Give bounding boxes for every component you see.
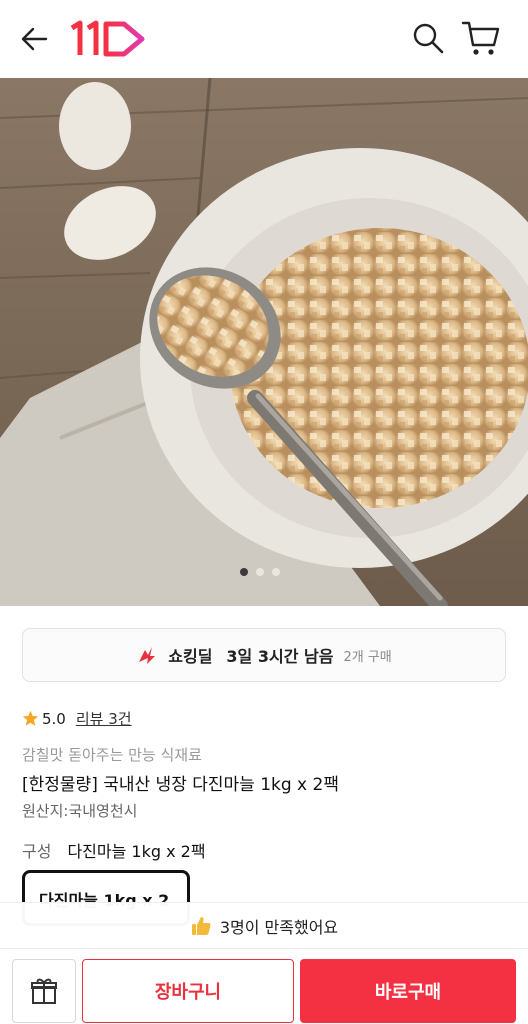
carousel-dot[interactable] xyxy=(272,568,280,576)
satisfaction-text: 3명이 만족했어요 xyxy=(219,917,339,937)
search-icon xyxy=(413,23,444,54)
product-image[interactable] xyxy=(0,78,528,606)
rating-score: 5.0 xyxy=(42,709,66,728)
deal-purchase-count: 2개 구매 xyxy=(343,649,392,665)
flame-lightning-icon xyxy=(139,647,156,664)
option-summary: 구성 다진마늘 1kg x 2팩 xyxy=(22,838,206,862)
buy-now-button[interactable]: 바로구매 xyxy=(300,959,516,1023)
carousel-dot[interactable] xyxy=(240,568,248,576)
thumbs-up-icon xyxy=(191,916,211,935)
cart-icon xyxy=(461,21,500,55)
site-logo[interactable] xyxy=(68,18,150,60)
option-label: 구성 xyxy=(22,842,52,861)
satisfaction-banner: 3명이 만족했어요 xyxy=(0,902,528,948)
product-subtitle: 감칠맛 돋아주는 만능 식재료 xyxy=(22,746,202,764)
gift-icon xyxy=(31,978,57,1004)
carousel-dot[interactable] xyxy=(256,568,264,576)
gift-button[interactable] xyxy=(12,959,76,1023)
review-count-link[interactable]: 리뷰 3건 xyxy=(76,708,132,729)
rating-row: 5.0 리뷰 3건 xyxy=(22,708,132,729)
cart-button[interactable] xyxy=(460,18,502,58)
star-icon xyxy=(22,710,39,726)
deal-label: 쇼킹딜 xyxy=(168,647,213,666)
carousel-indicator xyxy=(240,568,280,576)
option-value: 다진마늘 1kg x 2팩 xyxy=(67,842,206,861)
product-title: [한정물량] 국내산 냉장 다진마늘 1kg x 2팩 xyxy=(22,775,339,795)
deal-time-left: 3일 3시간 남음 xyxy=(226,647,334,666)
search-button[interactable] xyxy=(410,20,446,56)
product-origin: 원산지:국내영천시 xyxy=(22,802,138,820)
shocking-deal-banner[interactable]: 쇼킹딜 3일 3시간 남음 2개 구매 xyxy=(22,628,506,682)
add-to-cart-button[interactable]: 장바구니 xyxy=(82,959,294,1023)
top-header xyxy=(0,0,528,78)
arrow-left-icon xyxy=(21,27,48,51)
back-button[interactable] xyxy=(18,22,52,56)
bottom-action-bar: 장바구니 바로구매 xyxy=(0,948,528,1024)
